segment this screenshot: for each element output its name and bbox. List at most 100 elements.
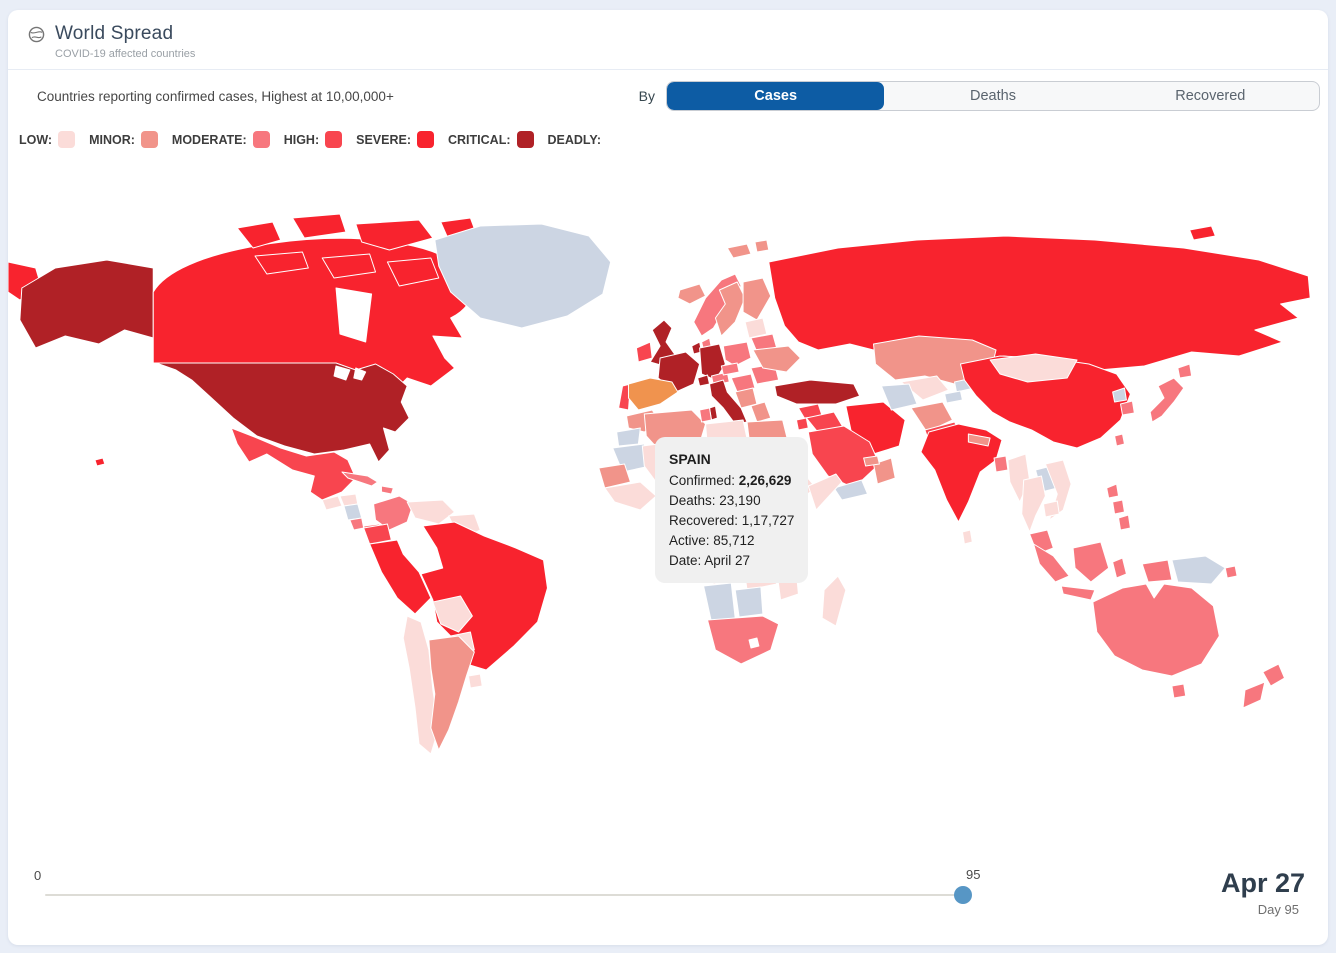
legend-label-low: LOW:	[19, 133, 52, 147]
map-region-botswana[interactable]	[735, 587, 763, 617]
tab-cases[interactable]: Cases	[667, 82, 884, 110]
map-region-south-africa[interactable]	[708, 616, 779, 664]
timeline-slider-handle[interactable]	[954, 886, 972, 904]
map-region-tajikistan[interactable]	[945, 391, 963, 403]
map-region-namibia[interactable]	[704, 583, 736, 622]
map-region-tasmania[interactable]	[1172, 684, 1186, 698]
map-region-indonesia[interactable]	[1061, 586, 1095, 600]
map-region-south-korea[interactable]	[1121, 401, 1135, 415]
country-tooltip: SPAIN Confirmed: 2,26,629 Deaths: 23,190…	[655, 437, 808, 583]
map-region-uruguay[interactable]	[468, 674, 482, 688]
tab-recovered[interactable]: Recovered	[1102, 82, 1319, 110]
legend-swatch-severe	[417, 131, 434, 148]
page-subtitle: COVID-19 affected countries	[55, 48, 1328, 60]
map-region-philippines[interactable]	[1119, 515, 1131, 530]
map-region-indonesia[interactable]	[1113, 558, 1127, 578]
timeline-slider-track[interactable]	[45, 894, 963, 896]
map-region-taiwan[interactable]	[1115, 434, 1125, 446]
map-region-svalbard[interactable]	[755, 240, 769, 252]
legend-label-high: HIGH:	[284, 133, 319, 147]
legend-label-critical: CRITICAL:	[448, 133, 511, 147]
legend-label-severe: SEVERE:	[356, 133, 411, 147]
map-region-borneo[interactable]	[1073, 542, 1109, 582]
tab-deaths[interactable]: Deaths	[884, 82, 1101, 110]
map-region-alaska[interactable]	[20, 260, 153, 348]
map-region-cambodia[interactable]	[1043, 501, 1059, 517]
map-region-new-zealand[interactable]	[1243, 682, 1265, 708]
map-region-costa-rica[interactable]	[350, 518, 364, 530]
map-region-papua-new-guinea[interactable]	[1172, 556, 1225, 584]
map-region-madagascar[interactable]	[822, 576, 846, 626]
map-region-ireland[interactable]	[636, 342, 652, 362]
tooltip-country-name: SPAIN	[669, 449, 794, 469]
legend-label-minor: MINOR:	[89, 133, 135, 147]
tooltip-row-active: Active: 85,712	[669, 531, 794, 551]
map-region-australia[interactable]	[1093, 584, 1219, 676]
tooltip-row-date: Date: April 27	[669, 551, 794, 571]
map-region-hispaniola[interactable]	[381, 486, 393, 494]
map-region-poland[interactable]	[723, 342, 751, 366]
map-region-greenland[interactable]	[435, 224, 611, 328]
legend-label-moderate: MODERATE:	[172, 133, 247, 147]
map-region-hawaii[interactable]	[95, 458, 105, 466]
map-region-new-zealand[interactable]	[1263, 664, 1285, 686]
map-region-uae[interactable]	[864, 456, 880, 466]
map-region-svalbard[interactable]	[727, 244, 751, 258]
map-region-indonesia[interactable]	[1034, 544, 1070, 582]
map-region-venezuela[interactable]	[407, 500, 454, 524]
map-region-japan[interactable]	[1150, 378, 1184, 422]
map-region-tunisia[interactable]	[700, 408, 712, 422]
map-region-peru[interactable]	[370, 540, 431, 614]
card-header: World Spread COVID-19 affected countries	[8, 10, 1328, 70]
current-day: Day 95	[1258, 902, 1299, 917]
map-region-sri-lanka[interactable]	[962, 530, 972, 544]
by-label: By	[639, 88, 655, 104]
map-region-west-africa[interactable]	[605, 482, 656, 510]
globe-icon	[28, 26, 45, 43]
current-date: Apr 27	[1221, 868, 1305, 898]
map-region-finland[interactable]	[743, 278, 771, 320]
tooltip-row-confirmed: Confirmed: 2,26,629	[669, 471, 794, 491]
map-region-png-islands[interactable]	[1225, 566, 1237, 578]
map-region-lesotho	[749, 638, 759, 648]
current-date-box: Apr 27 Day 95	[1221, 868, 1305, 917]
legend-label-deadly: DEADLY:	[548, 133, 601, 147]
map-region-iceland[interactable]	[678, 284, 706, 304]
map-region-usa[interactable]	[156, 363, 409, 462]
map-region-western-sahara[interactable]	[617, 428, 641, 446]
map-region-greece[interactable]	[751, 402, 771, 422]
legend-swatch-critical	[517, 131, 534, 148]
legend-swatch-minor	[141, 131, 158, 148]
map-region-nicaragua[interactable]	[344, 504, 362, 520]
map-region-spain-hovered[interactable]	[628, 378, 677, 410]
timeline-min-label: 0	[34, 868, 41, 883]
legend-swatch-moderate	[253, 131, 270, 148]
map-water-hudson-bay	[336, 288, 372, 342]
map-region-turkey[interactable]	[775, 380, 860, 404]
map-region-jordan[interactable]	[796, 418, 808, 430]
metric-segmented-control: Cases Deaths Recovered	[666, 81, 1320, 111]
map-region-baltics[interactable]	[745, 318, 767, 338]
timeline-value-label: 95	[966, 867, 980, 882]
map-region-philippines[interactable]	[1113, 500, 1125, 514]
map-region-west-papua[interactable]	[1142, 560, 1172, 582]
tooltip-row-recovered: Recovered: 1,17,727	[669, 511, 794, 531]
page-title: World Spread	[55, 23, 173, 45]
map-region-arctic-island[interactable]	[293, 214, 346, 238]
map-region-russian-islands[interactable]	[1190, 226, 1216, 240]
legend-swatch-high	[325, 131, 342, 148]
page: { "header": { "title": "World Spread", "…	[0, 0, 1336, 953]
tooltip-row-deaths: Deaths: 23,190	[669, 491, 794, 511]
map-region-bangladesh[interactable]	[994, 456, 1008, 472]
severity-legend: LOW: MINOR: MODERATE: HIGH: SEVERE: CRIT…	[19, 131, 607, 148]
metric-controls: By Cases Deaths Recovered	[639, 81, 1320, 111]
world-spread-card: World Spread COVID-19 affected countries…	[8, 10, 1328, 945]
legend-swatch-low	[58, 131, 75, 148]
map-region-thailand[interactable]	[1022, 476, 1046, 532]
map-region-russia[interactable]	[769, 236, 1310, 370]
map-region-japan[interactable]	[1178, 364, 1192, 378]
map-region-argentina[interactable]	[429, 636, 474, 750]
map-region-philippines[interactable]	[1107, 484, 1119, 498]
map-region-switzerland[interactable]	[698, 375, 710, 386]
map-caption: Countries reporting confirmed cases, Hig…	[37, 89, 394, 104]
